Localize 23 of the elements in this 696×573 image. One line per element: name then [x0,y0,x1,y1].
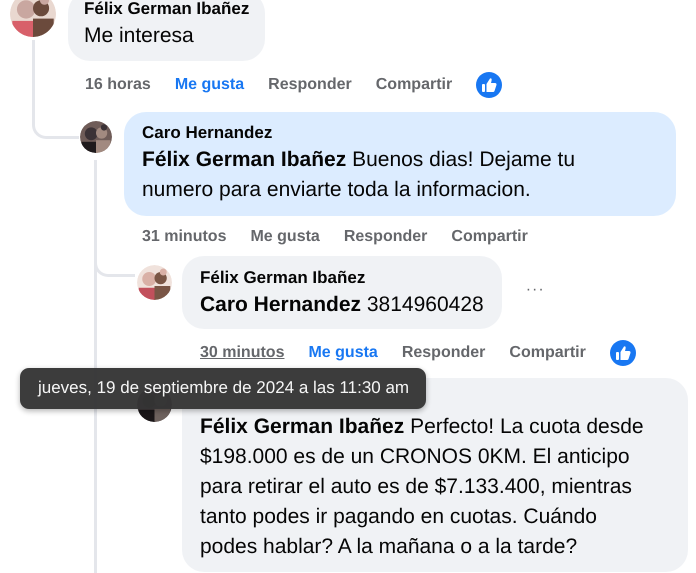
comment-text: Félix German Ibañez Perfecto! La cuota desde $198.000 es de un CRONOS 0KM. El anticipo para retirar el auto es de $7.133.400, mientras tanto podes ir pagando en cuotas. Cuándo podes hablar? A la mañana o a la tarde? [200,414,645,560]
more-options-button[interactable]: ··· [526,280,545,298]
author-name[interactable]: Félix German Ibañez [84,0,250,19]
author-name[interactable]: Félix German Ibañez [200,268,484,288]
comment-text: Félix German Ibañez Buenos dias! Dejame tu numero para enviarte toda la informacion. [142,147,576,203]
share-link[interactable]: Compartir [376,76,452,94]
reply-link[interactable]: Responder [344,228,428,246]
comment-text: Caro Hernandez 3814960428 [200,292,484,318]
like-link[interactable]: Me gusta [174,76,244,94]
reply-link[interactable]: Responder [268,76,352,94]
date-tooltip: jueves, 19 de septiembre de 2024 a las 11:30 am [20,368,426,409]
timestamp-link[interactable]: 16 horas [85,76,151,94]
comment-text: Me interesa [84,23,195,49]
timestamp-link[interactable]: 31 minutos [142,228,226,246]
reply-link[interactable]: Responder [402,344,486,362]
like-icon[interactable] [476,72,502,98]
share-link[interactable]: Compartir [509,344,586,362]
like-icon[interactable] [610,340,636,366]
timestamp-link[interactable]: 30 minutos [200,344,284,362]
like-link[interactable]: Me gusta [308,344,378,362]
share-link[interactable]: Compartir [451,228,528,246]
like-link[interactable]: Me gusta [250,228,320,246]
author-name[interactable]: Caro Hernandez [142,123,616,143]
